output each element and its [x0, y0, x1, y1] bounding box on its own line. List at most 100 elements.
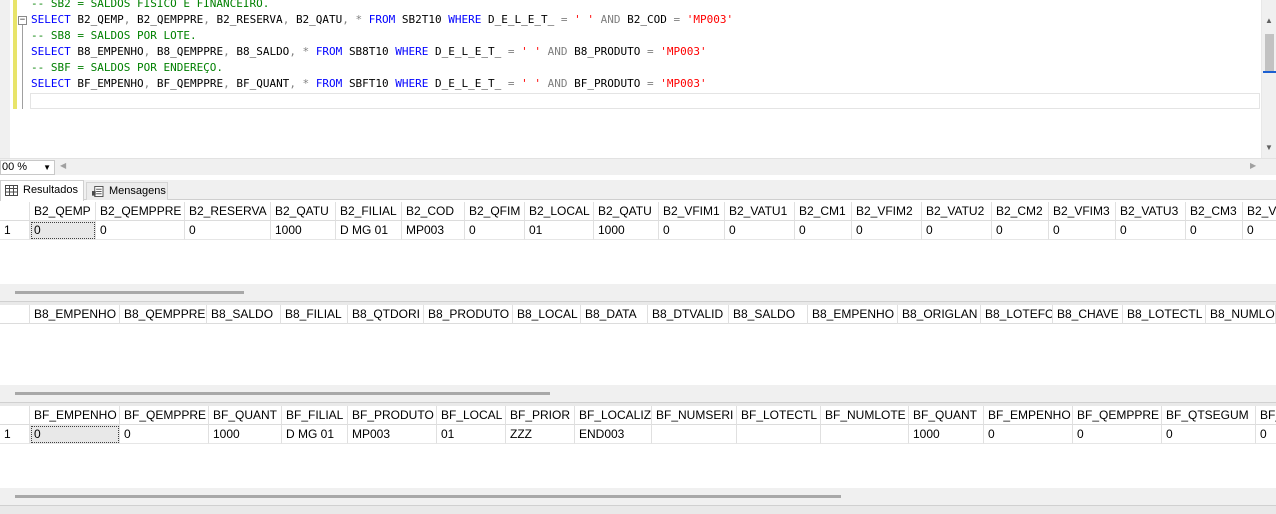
results-grid-sb2[interactable]: B2_QEMP B2_QEMPPRE B2_RESERVA B2_QATU B2_FIL… [0, 202, 1276, 284]
grid-cell[interactable]: 0 [922, 221, 992, 240]
grid-cell[interactable]: 0 [1049, 221, 1116, 240]
grid-cell[interactable]: 0 [465, 221, 525, 240]
grid-cell[interactable]: D MG 01 [282, 425, 348, 444]
grid-cell[interactable]: 0 [795, 221, 852, 240]
column-header[interactable]: BF_EMPENHO [984, 406, 1073, 425]
grid-cell[interactable]: 0 [1186, 221, 1243, 240]
column-header[interactable]: B8_PRODUTO [424, 305, 513, 324]
grid-cell[interactable]: 0 [725, 221, 795, 240]
column-header[interactable]: B8_ORIGLAN [898, 305, 981, 324]
grid-cell[interactable]: END003 [575, 425, 652, 444]
grid-cell[interactable]: MP003 [402, 221, 465, 240]
grid-cell[interactable]: 1000 [594, 221, 659, 240]
results-grid-sbf[interactable]: BF_EMPENHO BF_QEMPPRE BF_QUANT BF_FILIAL BF_… [0, 406, 1276, 488]
grid-sbf-hscrollbar[interactable] [0, 488, 1276, 505]
grid-cell[interactable]: 0 [185, 221, 271, 240]
grid-cell[interactable]: D MG 01 [336, 221, 402, 240]
grid-sb8-hscrollbar[interactable] [0, 385, 1276, 402]
grid-cell[interactable]: 0 [96, 221, 185, 240]
column-header[interactable]: B2_QATU [271, 202, 336, 221]
row-number-header[interactable] [0, 305, 30, 324]
column-header[interactable]: BF_QTSEGUM [1162, 406, 1256, 425]
scrollbar-thumb[interactable] [1265, 34, 1274, 71]
grid-cell[interactable]: 0 [852, 221, 922, 240]
column-header[interactable]: B2_VFIM1 [659, 202, 725, 221]
column-header[interactable]: B8_SALDO [729, 305, 808, 324]
grid-cell[interactable]: 1000 [271, 221, 336, 240]
column-header[interactable]: B2_VATU2 [922, 202, 992, 221]
chevron-down-icon[interactable]: ▼ [43, 161, 51, 174]
column-header[interactable]: B2_VATU1 [725, 202, 795, 221]
scroll-right-icon[interactable]: ▶ [1250, 161, 1256, 170]
column-header[interactable]: BF_LOCAL [437, 406, 506, 425]
code-line[interactable]: SELECT B2_QEMP, B2_QEMPPRE, B2_RESERVA , … [31, 12, 733, 28]
column-header[interactable]: B2_CM2 [992, 202, 1049, 221]
grid-cell[interactable]: 0 [992, 221, 1049, 240]
grid-cell[interactable]: 0 [1116, 221, 1186, 240]
code-line[interactable]: -- SB8 = SALDOS POR LOTE. [31, 28, 733, 44]
grid-cell[interactable]: 1000 [209, 425, 282, 444]
grid-cell[interactable]: 01 [525, 221, 594, 240]
collapse-icon[interactable]: − [18, 16, 27, 25]
column-header[interactable]: B2_QEMPPRE [96, 202, 185, 221]
column-header[interactable]: B8_LOCAL [513, 305, 581, 324]
grid-cell[interactable]: 0 [1243, 221, 1276, 240]
grid-cell[interactable]: 01 [437, 425, 506, 444]
column-header[interactable]: B2_QEMP [30, 202, 96, 221]
column-header[interactable]: BF_EMPENHO [30, 406, 120, 425]
sql-editor[interactable]: − -- SB2 = SALDOS FISICO E FINANCEIRO. SE… [0, 0, 1276, 158]
grid-cell[interactable]: 0 [659, 221, 725, 240]
code-line[interactable]: SELECT B8_EMPENHO, B8_QEMPPRE, B8_SALDO,… [31, 44, 733, 60]
column-header[interactable]: B8_QEMPPRE [120, 305, 207, 324]
column-header[interactable]: B8_SALDO [207, 305, 281, 324]
column-header[interactable]: BF_FILIAL [282, 406, 348, 425]
row-number-header[interactable] [0, 202, 30, 221]
code-line[interactable]: -- SBF = SALDOS POR ENDEREÇO. [31, 60, 733, 76]
scroll-up-icon[interactable]: ▲ [1265, 16, 1273, 25]
grid-cell[interactable]: 0 [1162, 425, 1256, 444]
column-header[interactable]: BF_NUMLOTE [821, 406, 909, 425]
column-header[interactable]: B8_CHAVE [1053, 305, 1123, 324]
scroll-left-icon[interactable]: ◀ [60, 161, 66, 170]
grid-cell[interactable]: 0 [1256, 425, 1276, 444]
column-header[interactable]: BF_QEMPPRE [1073, 406, 1162, 425]
column-header[interactable]: BF_QUANT [209, 406, 282, 425]
row-number-header[interactable] [0, 406, 30, 425]
column-header[interactable]: B8_DATA [581, 305, 648, 324]
zoom-select[interactable]: 00 % ▼ [0, 160, 55, 175]
scrollbar-thumb[interactable] [15, 495, 841, 498]
grid-cell[interactable] [652, 425, 737, 444]
grid-cell[interactable] [821, 425, 909, 444]
code-text[interactable]: -- SB2 = SALDOS FISICO E FINANCEIRO. SELE… [31, 0, 733, 92]
column-header[interactable]: B2_LOCAL [525, 202, 594, 221]
column-header[interactable]: B2_VATU3 [1116, 202, 1186, 221]
column-header[interactable]: B2_VFIM [1243, 202, 1276, 221]
column-header[interactable]: B2_CM1 [795, 202, 852, 221]
tab-messages[interactable]: Mensagens [86, 182, 168, 200]
grid-cell[interactable]: 0 [30, 425, 120, 444]
code-line[interactable]: SELECT BF_EMPENHO, BF_QEMPPRE, BF_QUANT,… [31, 76, 733, 92]
scrollbar-thumb[interactable] [15, 392, 550, 395]
column-header[interactable]: B2_FILIAL [336, 202, 402, 221]
grid-cell[interactable]: 0 [30, 221, 96, 240]
column-header[interactable]: BF_LOCALIZ [575, 406, 652, 425]
scroll-down-icon[interactable]: ▼ [1265, 143, 1273, 152]
grid-sb2-hscrollbar[interactable] [0, 284, 1276, 301]
column-header[interactable]: B2_RESERVA [185, 202, 271, 221]
column-header[interactable]: B8_LOTEFOR [981, 305, 1053, 324]
column-header[interactable]: BF_LOTECTL [737, 406, 821, 425]
results-grid-sb8[interactable]: B8_EMPENHO B8_QEMPPRE B8_SALDO B8_FILIAL B8_… [0, 305, 1276, 385]
code-line[interactable]: -- SB2 = SALDOS FISICO E FINANCEIRO. [31, 0, 733, 12]
grid-cell[interactable]: 0 [1073, 425, 1162, 444]
column-header[interactable]: BF_QUANT [909, 406, 984, 425]
column-header[interactable]: B8_EMPENHO [808, 305, 898, 324]
column-header[interactable]: B8_FILIAL [281, 305, 348, 324]
column-header[interactable]: B8_EMPENHO [30, 305, 120, 324]
scrollbar-thumb[interactable] [15, 291, 244, 294]
column-header[interactable]: BF_PRIOR [506, 406, 575, 425]
column-header[interactable]: B2_QATU [594, 202, 659, 221]
column-header[interactable]: B8_QTDORI [348, 305, 424, 324]
grid-splitter[interactable] [0, 505, 1276, 514]
column-header[interactable]: BF_QEMPPRE [120, 406, 209, 425]
grid-cell[interactable]: ZZZ [506, 425, 575, 444]
